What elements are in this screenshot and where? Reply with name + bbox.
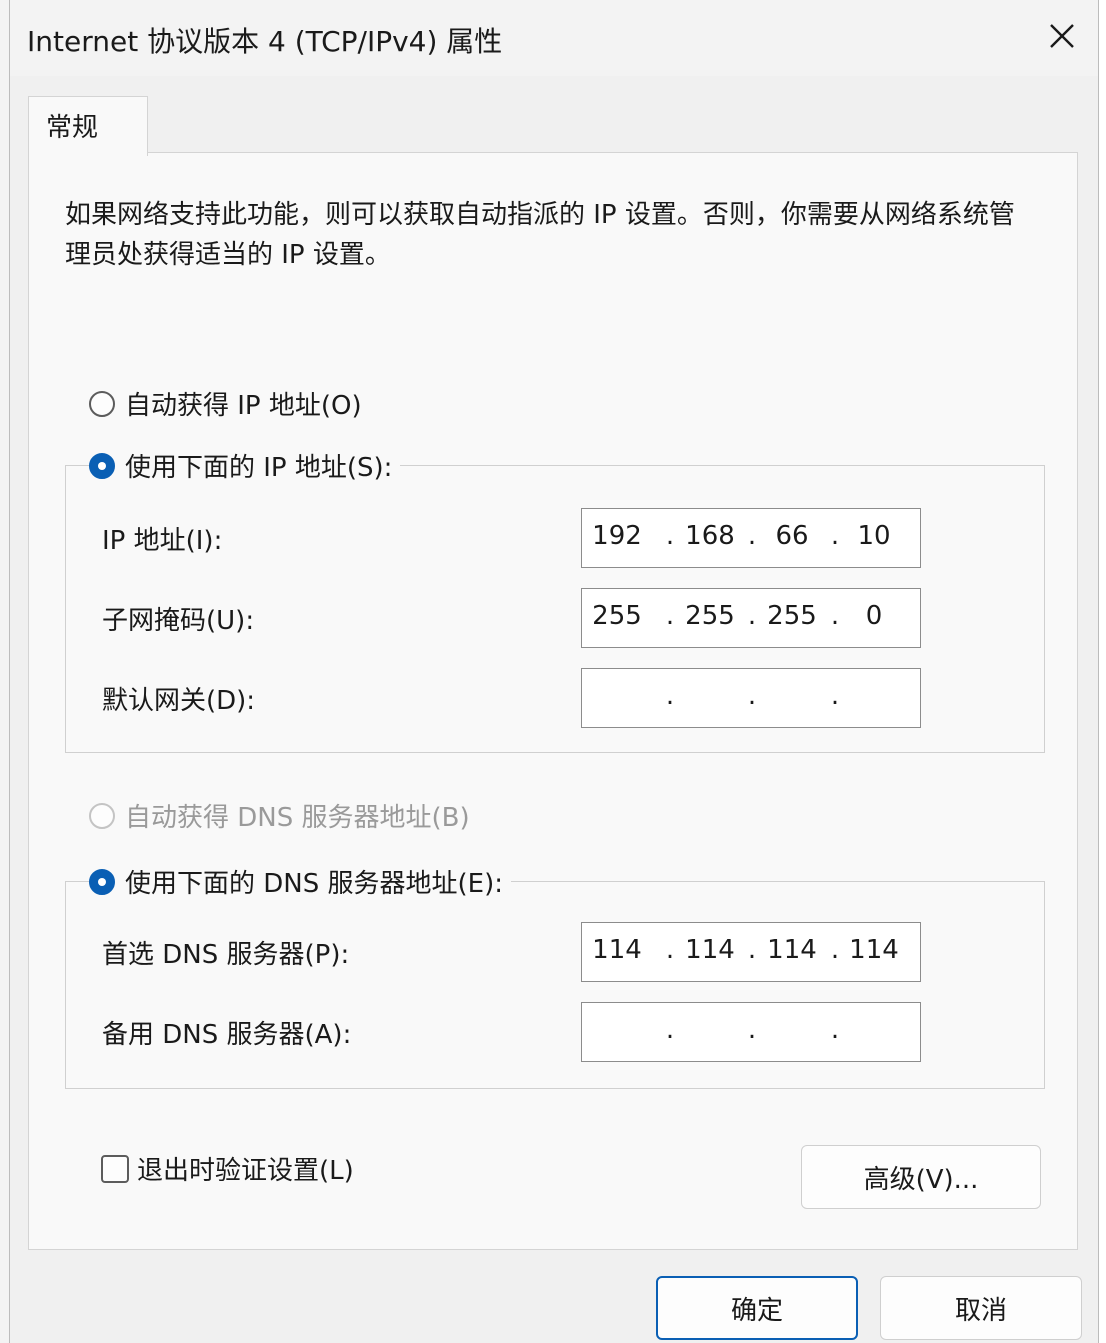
general-tab-panel: 如果网络支持此功能，则可以获取自动指派的 IP 设置。否则，你需要从网络系统管理… bbox=[28, 152, 1078, 1250]
title-bar[interactable]: Internet 协议版本 4 (TCP/IPv4) 属性 bbox=[10, 0, 1098, 76]
subnet-mask-input[interactable]: 255 . 255 . 255 . 0 bbox=[581, 588, 921, 648]
close-button[interactable] bbox=[1040, 14, 1084, 58]
gw-dot-3: . bbox=[830, 681, 840, 711]
manual-dns-radio[interactable] bbox=[89, 868, 115, 895]
validate-on-exit-label: 退出时验证设置(L) bbox=[137, 1156, 354, 1186]
pdns-dot-3: . bbox=[830, 935, 840, 965]
pdns-octet-2: 114 bbox=[685, 935, 735, 965]
ip-dot-3: . bbox=[830, 521, 840, 551]
tab-general-label: 常规 bbox=[46, 113, 99, 143]
mask-octet-1: 255 bbox=[592, 601, 642, 631]
manual-dns-group: 首选 DNS 服务器(P): 114 . 114 . 114 . 114 备用 … bbox=[65, 881, 1045, 1089]
manual-dns-radio-row[interactable]: 使用下面的 DNS 服务器地址(E): bbox=[89, 863, 511, 900]
adns-dot-3: . bbox=[830, 1015, 840, 1045]
mask-dot-3: . bbox=[830, 601, 840, 631]
pdns-octet-4: 114 bbox=[849, 935, 899, 965]
mask-dot-2: . bbox=[747, 601, 757, 631]
manual-ip-radio-row[interactable]: 使用下面的 IP 地址(S): bbox=[89, 447, 401, 484]
mask-octet-2: 255 bbox=[685, 601, 735, 631]
adns-dot-2: . bbox=[747, 1015, 757, 1045]
ip-dot-1: . bbox=[665, 521, 675, 551]
validate-on-exit-row[interactable]: 退出时验证设置(L) bbox=[101, 1150, 354, 1187]
tcpipv4-properties-dialog: Internet 协议版本 4 (TCP/IPv4) 属性 常规 如果网络支持此… bbox=[9, 0, 1099, 1343]
ok-button[interactable]: 确定 bbox=[656, 1276, 858, 1340]
pdns-dot-1: . bbox=[665, 935, 675, 965]
default-gateway-label: 默认网关(D): bbox=[102, 686, 256, 716]
ip-octet-4: 10 bbox=[857, 521, 891, 551]
auto-dns-label: 自动获得 DNS 服务器地址(B) bbox=[125, 803, 470, 833]
pdns-octet-3: 114 bbox=[767, 935, 817, 965]
mask-octet-3: 255 bbox=[767, 601, 817, 631]
manual-ip-group: IP 地址(I): 192 . 168 . 66 . 10 子网掩码(U): 2… bbox=[65, 465, 1045, 753]
auto-ip-radio[interactable] bbox=[89, 390, 115, 417]
adns-dot-1: . bbox=[665, 1015, 675, 1045]
ip-address-input[interactable]: 192 . 168 . 66 . 10 bbox=[581, 508, 921, 568]
mask-octet-4: 0 bbox=[865, 601, 883, 631]
manual-dns-label: 使用下面的 DNS 服务器地址(E): bbox=[125, 869, 503, 899]
ip-octet-2: 168 bbox=[685, 521, 735, 551]
preferred-dns-input[interactable]: 114 . 114 . 114 . 114 bbox=[581, 922, 921, 982]
description-text: 如果网络支持此功能，则可以获取自动指派的 IP 设置。否则，你需要从网络系统管理… bbox=[65, 200, 1015, 270]
subnet-mask-label: 子网掩码(U): bbox=[102, 606, 255, 636]
ip-octet-1: 192 bbox=[592, 521, 642, 551]
auto-dns-radio-row[interactable]: 自动获得 DNS 服务器地址(B) bbox=[89, 797, 478, 834]
alternate-dns-input[interactable]: . . . bbox=[581, 1002, 921, 1062]
auto-ip-radio-row[interactable]: 自动获得 IP 地址(O) bbox=[89, 385, 370, 422]
auto-ip-label: 自动获得 IP 地址(O) bbox=[125, 391, 362, 421]
cancel-button[interactable]: 取消 bbox=[880, 1276, 1082, 1340]
manual-ip-label: 使用下面的 IP 地址(S): bbox=[125, 453, 393, 483]
default-gateway-input[interactable]: . . . bbox=[581, 668, 921, 728]
ip-octet-3: 66 bbox=[775, 521, 809, 551]
ip-dot-2: . bbox=[747, 521, 757, 551]
gw-dot-2: . bbox=[747, 681, 757, 711]
preferred-dns-label: 首选 DNS 服务器(P): bbox=[102, 940, 350, 970]
ip-address-label: IP 地址(I): bbox=[102, 526, 223, 556]
auto-dns-radio[interactable] bbox=[89, 802, 115, 829]
mask-dot-1: . bbox=[665, 601, 675, 631]
alternate-dns-label: 备用 DNS 服务器(A): bbox=[102, 1020, 352, 1050]
tab-general[interactable]: 常规 bbox=[28, 96, 148, 156]
gw-dot-1: . bbox=[665, 681, 675, 711]
pdns-dot-2: . bbox=[747, 935, 757, 965]
manual-ip-radio[interactable] bbox=[89, 452, 115, 479]
close-icon bbox=[1050, 24, 1074, 48]
validate-on-exit-checkbox[interactable] bbox=[101, 1154, 129, 1183]
pdns-octet-1: 114 bbox=[592, 935, 642, 965]
window-title: Internet 协议版本 4 (TCP/IPv4) 属性 bbox=[27, 25, 503, 58]
advanced-button[interactable]: 高级(V)... bbox=[801, 1145, 1041, 1209]
